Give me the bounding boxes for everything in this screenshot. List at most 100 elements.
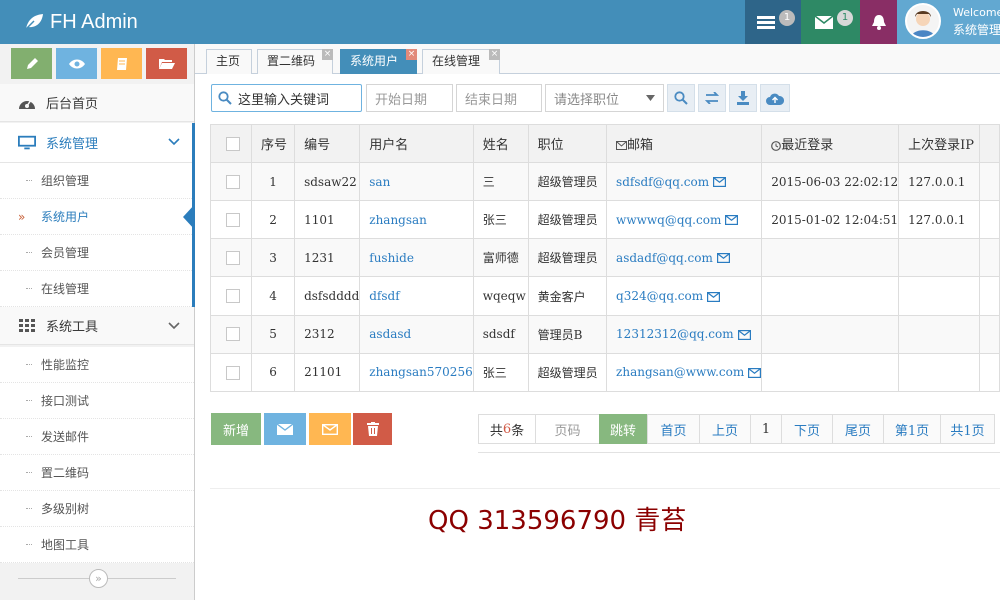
role-select[interactable]: 请选择职位 xyxy=(545,84,664,112)
tab-system-users[interactable]: 系统用户 × xyxy=(340,49,417,74)
col-last-ip[interactable]: 上次登录IP xyxy=(898,124,981,163)
col-index[interactable]: 序号 xyxy=(250,124,296,163)
close-icon[interactable]: × xyxy=(489,49,500,60)
cell-email[interactable]: asdadf@qq.com xyxy=(606,238,763,278)
cell-username[interactable]: asdasd xyxy=(359,314,474,354)
notifications-button[interactable] xyxy=(860,0,897,44)
sidebar-item-members[interactable]: 会员管理 xyxy=(0,235,194,271)
col-role[interactable]: 职位 xyxy=(527,124,608,163)
next-page-link[interactable]: 下页 xyxy=(781,414,833,444)
envelope-icon[interactable] xyxy=(725,215,739,226)
sidebar-item-api-test[interactable]: 接口测试 xyxy=(0,383,194,419)
sidebar-item-system-users[interactable]: » 系统用户 xyxy=(0,199,195,235)
cell-email-text[interactable]: zhangsan@www.com xyxy=(616,365,744,379)
cell-email[interactable]: zhangsan@www.com xyxy=(606,352,763,393)
jump-button[interactable]: 跳转 xyxy=(599,414,647,444)
first-page-link[interactable]: 首页 xyxy=(647,414,700,444)
last-page-link[interactable]: 尾页 xyxy=(832,414,884,444)
start-date-input[interactable]: 开始日期 xyxy=(366,84,453,112)
envelope-icon[interactable] xyxy=(748,367,762,378)
cell-email[interactable]: sdfsdf@qq.com xyxy=(606,161,763,202)
row-checkbox-cell[interactable] xyxy=(210,314,252,354)
sidebar-item-org[interactable]: 组织管理 xyxy=(0,163,194,199)
shortcut-view-button[interactable] xyxy=(56,48,97,79)
envelope-icon[interactable] xyxy=(707,291,721,302)
cell-email[interactable]: 12312312@qq.com xyxy=(606,314,763,354)
end-date-input[interactable]: 结束日期 xyxy=(456,84,542,112)
delete-button[interactable] xyxy=(353,413,392,445)
row-checkbox-cell[interactable] xyxy=(210,161,252,202)
messages-button[interactable]: 1 xyxy=(801,0,860,44)
row-checkbox[interactable] xyxy=(226,365,240,380)
row-checkbox-cell[interactable] xyxy=(210,276,252,316)
cell-username[interactable]: fushide xyxy=(359,238,474,278)
current-page[interactable]: 1 xyxy=(750,414,782,444)
select-all-header[interactable] xyxy=(210,124,252,163)
row-checkbox[interactable] xyxy=(226,212,240,227)
col-code[interactable]: 编号 xyxy=(294,124,361,163)
sidebar-item-tree[interactable]: 多级别树 xyxy=(0,491,194,527)
shortcut-folder-button[interactable] xyxy=(146,48,187,79)
close-icon[interactable]: × xyxy=(322,49,333,60)
row-checkbox-cell[interactable] xyxy=(210,238,252,278)
row-checkbox[interactable] xyxy=(226,251,240,266)
cell-username-text[interactable]: asdasd xyxy=(369,327,411,341)
tab-home[interactable]: 主页 xyxy=(206,49,252,74)
envelope-icon[interactable] xyxy=(737,329,751,340)
col-username[interactable]: 用户名 xyxy=(359,124,474,163)
col-last-login-header[interactable]: 最近登录 xyxy=(761,124,900,163)
row-checkbox[interactable] xyxy=(226,327,240,342)
cell-username-text[interactable]: san xyxy=(369,175,390,189)
tasks-button[interactable]: 1 xyxy=(745,0,801,44)
row-checkbox[interactable] xyxy=(226,174,240,189)
cell-username[interactable]: zhangsan570256 xyxy=(359,352,474,393)
add-button[interactable]: 新增 xyxy=(211,413,261,445)
sidebar-item-monitor[interactable]: 性能监控 xyxy=(0,347,194,383)
page-number-input[interactable]: 页码 xyxy=(535,414,600,444)
cell-email-text[interactable]: sdfsdf@qq.com xyxy=(616,175,709,189)
tab-online[interactable]: 在线管理 × xyxy=(422,49,500,74)
col-email-header[interactable]: 邮箱 xyxy=(606,124,763,163)
exchange-button[interactable] xyxy=(698,84,726,112)
sidebar-item-online[interactable]: 在线管理 xyxy=(0,271,194,307)
envelope-icon[interactable] xyxy=(716,253,730,264)
send-email-button[interactable] xyxy=(309,413,351,445)
shortcut-book-button[interactable] xyxy=(101,48,142,79)
sidebar-item-map[interactable]: 地图工具 xyxy=(0,527,194,563)
cell-email[interactable]: wwwwq@qq.com xyxy=(606,200,763,240)
menu-system-tools[interactable]: 系统工具 xyxy=(0,307,194,345)
cell-email-text[interactable]: q324@qq.com xyxy=(616,289,703,303)
cell-email[interactable]: q324@qq.com xyxy=(606,276,763,316)
sidebar-item-send-mail[interactable]: 发送邮件 xyxy=(0,419,194,455)
close-icon[interactable]: × xyxy=(406,49,417,60)
prev-page-link[interactable]: 上页 xyxy=(699,414,751,444)
row-checkbox-cell[interactable] xyxy=(210,200,252,240)
cell-username-text[interactable]: fushide xyxy=(369,251,414,265)
cell-username[interactable]: san xyxy=(359,161,474,202)
user-menu[interactable]: Welcome 系统管理员 xyxy=(897,0,1000,44)
tab-qrcode[interactable]: 置二维码 × xyxy=(257,49,333,74)
select-all-checkbox[interactable] xyxy=(226,136,240,151)
sidebar-collapse-toggle[interactable]: » xyxy=(89,569,108,588)
cell-username[interactable]: dfsdf xyxy=(359,276,474,316)
cell-email-text[interactable]: asdadf@qq.com xyxy=(616,251,713,265)
cell-username-text[interactable]: zhangsan570256 xyxy=(369,365,472,379)
menu-dashboard[interactable]: 后台首页 xyxy=(0,84,194,122)
send-message-button[interactable] xyxy=(264,413,306,445)
search-input[interactable]: 这里输入关键词 xyxy=(211,84,362,112)
brand[interactable]: FH Admin xyxy=(24,0,138,44)
download-button[interactable] xyxy=(729,84,757,112)
col-name[interactable]: 姓名 xyxy=(472,124,529,163)
cell-username[interactable]: zhangsan xyxy=(359,200,474,240)
search-button[interactable] xyxy=(667,84,695,112)
shortcut-edit-button[interactable] xyxy=(11,48,52,79)
row-checkbox[interactable] xyxy=(226,289,240,304)
row-checkbox-cell[interactable] xyxy=(210,352,252,393)
menu-system-management[interactable]: 系统管理 xyxy=(0,123,194,163)
sidebar-item-qrcode[interactable]: 置二维码 xyxy=(0,455,194,491)
cell-username-text[interactable]: dfsdf xyxy=(369,289,399,303)
envelope-icon[interactable] xyxy=(713,177,727,188)
cell-email-text[interactable]: wwwwq@qq.com xyxy=(616,213,721,227)
cell-username-text[interactable]: zhangsan xyxy=(369,213,427,227)
cell-email-text[interactable]: 12312312@qq.com xyxy=(616,327,734,341)
